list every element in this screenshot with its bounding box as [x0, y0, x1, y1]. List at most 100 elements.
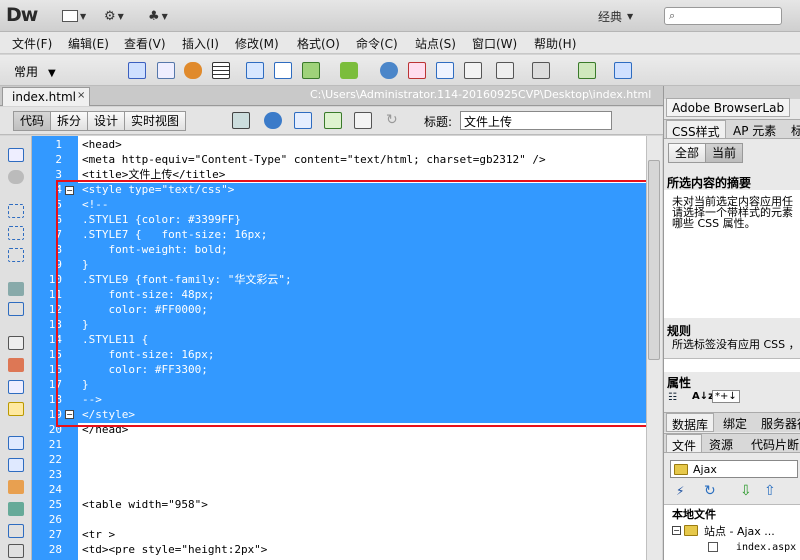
rules-text: 所选标签没有应用 CSS ， [672, 338, 800, 351]
indent-code-icon[interactable] [8, 544, 24, 558]
menu-commands[interactable]: 命令(C) [356, 35, 398, 52]
tree-collapse-toggle[interactable]: − [672, 526, 681, 535]
syntax-coloring-icon[interactable] [8, 402, 24, 416]
menu-file[interactable]: 文件(F) [12, 35, 52, 52]
alpha-view-icon[interactable]: A↓z [692, 391, 714, 402]
design-view-button[interactable]: 设计 [88, 111, 126, 131]
menu-view[interactable]: 查看(V) [124, 35, 166, 52]
scrollbar-thumb[interactable] [648, 160, 660, 360]
css-styles-tab[interactable]: CSS样式 [666, 120, 726, 139]
insert-category-select[interactable]: 常用 ▼ [14, 63, 56, 80]
site-folder-icon [674, 464, 688, 475]
show-code-navigator-icon[interactable] [8, 170, 24, 184]
current-mode-button[interactable]: 当前 [706, 143, 744, 163]
image-icon[interactable] [302, 62, 320, 79]
search-input[interactable]: ⌕ [664, 7, 782, 25]
category-view-icon[interactable]: ☷ [668, 392, 677, 403]
date-icon[interactable] [408, 62, 426, 79]
menu-site[interactable]: 站点(S) [415, 35, 456, 52]
tree-site-root[interactable]: 站点 - Ajax ... [704, 523, 775, 539]
menu-insert[interactable]: 插入(I) [182, 35, 219, 52]
refresh-files-icon[interactable]: ↻ [704, 483, 716, 499]
comment-icon[interactable] [436, 62, 454, 79]
database-tab[interactable]: 数据库 [666, 413, 715, 432]
layout-menu-icon[interactable]: ▼ [62, 8, 86, 24]
code-view-button[interactable]: 代码 [13, 111, 52, 131]
validate-icon[interactable] [354, 112, 372, 129]
code-line[interactable]: <meta http-equiv="Content-Type" content=… [82, 152, 546, 167]
anchor-icon[interactable] [184, 62, 202, 79]
server-behaviors-tab[interactable]: 服务器行 [756, 413, 800, 432]
table-icon[interactable] [212, 62, 230, 79]
files-tab[interactable]: 文件 [666, 434, 703, 453]
live-view-button[interactable]: 实时视图 [125, 111, 187, 131]
collapse-selection-icon[interactable] [8, 226, 24, 240]
div-icon[interactable] [246, 62, 264, 79]
line-numbers-icon[interactable] [8, 336, 24, 350]
menu-format[interactable]: 格式(O) [297, 35, 340, 52]
template-icon[interactable] [532, 62, 550, 79]
browserlab-tab[interactable]: Adobe BrowserLab [666, 98, 791, 117]
connect-icon[interactable]: ⚡ [676, 484, 684, 498]
get-files-icon[interactable]: ⇩ [740, 483, 752, 499]
collapse-toggle-end[interactable]: − [65, 410, 74, 419]
refresh-icon[interactable]: ↻ [386, 112, 398, 128]
script-icon[interactable] [496, 62, 514, 79]
gear-icon[interactable]: ⚙ ▼ [104, 8, 124, 24]
site-select[interactable]: Ajax [670, 460, 798, 478]
preview-browser-icon[interactable] [264, 112, 282, 129]
line-number: 25 [48, 498, 62, 511]
workspace-switcher[interactable]: 经典 ▼ [598, 8, 633, 24]
select-parent-tag-icon[interactable] [8, 282, 24, 296]
ap-elements-tab[interactable]: AP 元素 [728, 120, 781, 139]
document-toolbar: 代码 拆分 设计 实时视图 ↻ 标题: 文件上传 [0, 107, 664, 135]
code-line[interactable]: <tr > [82, 527, 115, 542]
email-link-icon[interactable] [157, 62, 175, 79]
collapse-toggle-start[interactable]: − [65, 186, 74, 195]
media-icon[interactable] [340, 62, 358, 79]
widget-icon[interactable] [614, 62, 632, 79]
title-input[interactable]: 文件上传 [460, 111, 612, 130]
layout-icon[interactable] [274, 62, 292, 79]
menu-help[interactable]: 帮助(H) [534, 35, 576, 52]
apply-comment-icon[interactable] [8, 436, 24, 450]
all-mode-button[interactable]: 全部 [668, 143, 707, 163]
open-documents-icon[interactable] [8, 148, 24, 162]
check-browser-icon[interactable] [324, 112, 342, 129]
put-files-icon[interactable]: ⇧ [764, 483, 776, 499]
balance-braces-icon[interactable] [8, 302, 24, 316]
expand-all-icon[interactable] [8, 248, 24, 262]
highlight-invalid-code-icon[interactable] [8, 358, 24, 372]
menu-modify[interactable]: 修改(M) [235, 35, 279, 52]
tag-chooser-icon[interactable] [578, 62, 596, 79]
set-properties-icon[interactable]: *+↓ [712, 390, 740, 403]
file-management-icon[interactable] [294, 112, 312, 129]
tag-inspector-tab[interactable]: 标 [786, 120, 800, 139]
multiscreen-icon[interactable] [232, 112, 250, 129]
coding-toolbar [0, 136, 32, 560]
code-line[interactable]: <td><pre style="height:2px"> [82, 542, 267, 557]
remove-comment-icon[interactable] [8, 458, 24, 472]
document-tab[interactable]: index.html × [2, 87, 90, 106]
bindings-tab[interactable]: 绑定 [718, 413, 752, 432]
move-css-icon[interactable] [8, 524, 24, 538]
site-icon[interactable]: ♣ ▼ [148, 8, 168, 24]
application-bar: Dw ▼ ⚙ ▼ ♣ ▼ 经典 ▼ ⌕ [0, 0, 800, 32]
word-wrap-icon[interactable] [8, 380, 24, 394]
assets-tab[interactable]: 资源 [704, 434, 738, 453]
close-tab-icon[interactable]: × [77, 90, 85, 101]
code-line[interactable]: <table width="958"> [82, 497, 208, 512]
code-line[interactable]: <head> [82, 137, 122, 152]
split-view-button[interactable]: 拆分 [51, 111, 89, 131]
tree-file-index[interactable]: index.aspx [736, 542, 796, 553]
menu-window[interactable]: 窗口(W) [472, 35, 517, 52]
recent-snippets-icon[interactable] [8, 502, 24, 516]
hyperlink-icon[interactable] [128, 62, 146, 79]
server-include-icon[interactable] [380, 62, 398, 79]
snippets-tab[interactable]: 代码片断 [746, 434, 800, 453]
head-icon[interactable] [464, 62, 482, 79]
line-number: 22 [48, 453, 62, 466]
wrap-tag-icon[interactable] [8, 480, 24, 494]
collapse-tag-icon[interactable] [8, 204, 24, 218]
menu-edit[interactable]: 编辑(E) [68, 35, 109, 52]
